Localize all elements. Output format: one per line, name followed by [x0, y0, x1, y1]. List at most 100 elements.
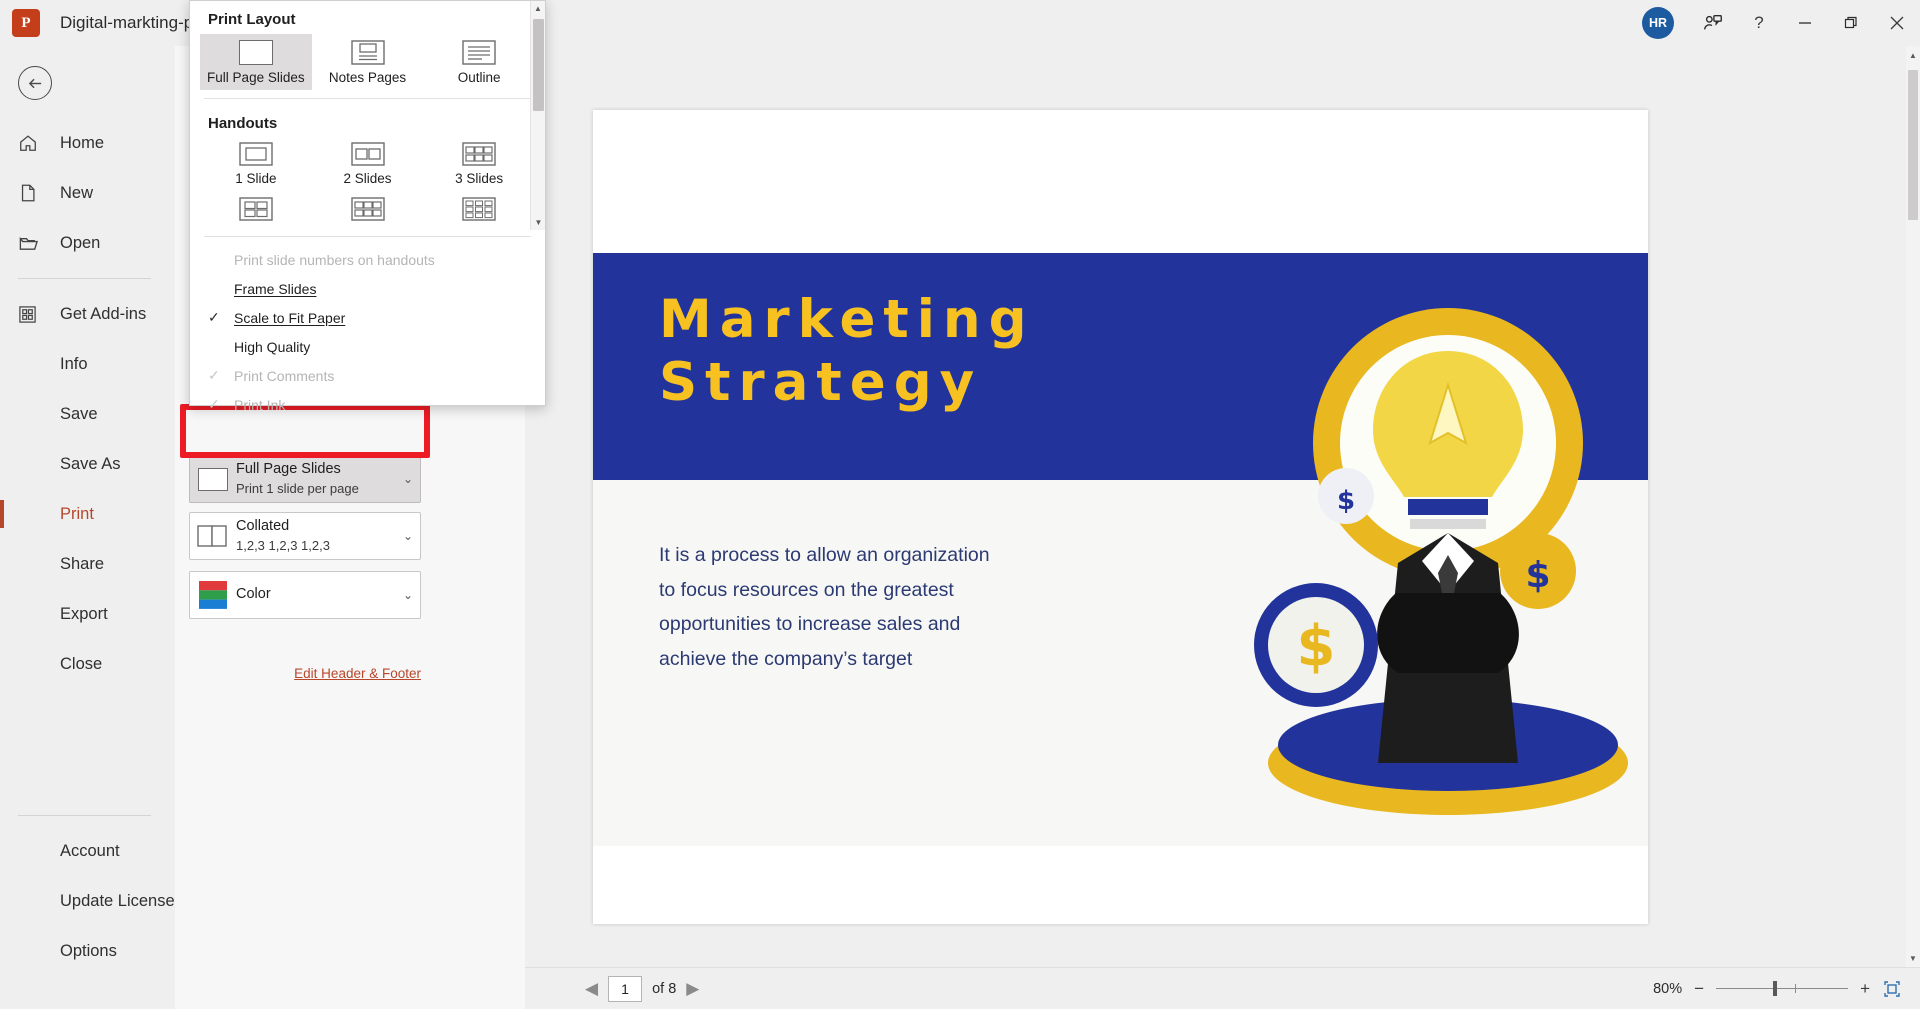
edit-header-footer-link[interactable]: Edit Header & Footer — [189, 666, 421, 681]
layout-tile-notes-pages[interactable]: Notes Pages — [312, 34, 424, 90]
collation-dropdown[interactable]: Collated 1,2,3 1,2,3 1,2,3 ⌄ — [189, 512, 421, 560]
sidebar-item-export[interactable]: Export — [0, 589, 175, 639]
handout-tile-9-slides[interactable] — [423, 192, 535, 226]
page-navigation: ◀ 1 of 8 ▶ — [585, 976, 699, 1002]
scrollbar-thumb[interactable] — [533, 19, 544, 111]
scroll-down-arrow-icon[interactable]: ▼ — [531, 215, 546, 230]
checkmark-icon: ✓ — [208, 367, 234, 384]
handout-tile-row-1: 1 Slide 2 Slides 3 Slides — [190, 136, 545, 192]
slide-body-line: It is a process to allow an organization — [659, 538, 1079, 573]
help-button[interactable]: ? — [1736, 0, 1782, 46]
flyout-scrollbar[interactable]: ▲ ▼ — [530, 1, 545, 230]
handout-1-icon — [239, 142, 273, 166]
home-icon — [18, 133, 48, 153]
sidebar-item-label: Save — [60, 405, 98, 424]
sidebar-item-new[interactable]: New — [0, 168, 175, 218]
avatar[interactable]: HR — [1642, 7, 1674, 39]
scrollbar-thumb[interactable] — [1908, 70, 1918, 220]
sidebar-item-save[interactable]: Save — [0, 389, 175, 439]
sidebar-item-save-as[interactable]: Save As — [0, 439, 175, 489]
slide-title-line-2: Strategy — [659, 352, 1035, 415]
status-bar: ◀ 1 of 8 ▶ 80% − + — [525, 967, 1920, 1009]
slide-title-line-1: Marketing — [659, 289, 1035, 352]
zoom-slider-handle[interactable] — [1773, 981, 1777, 996]
handout-tile-3-slides[interactable]: 3 Slides — [423, 136, 535, 192]
full-page-slide-icon — [190, 468, 236, 491]
close-button[interactable] — [1874, 0, 1920, 46]
zoom-slider-midpoint — [1795, 984, 1796, 993]
sidebar-item-info[interactable]: Info — [0, 339, 175, 389]
print-layout-dropdown[interactable]: Full Page Slides Print 1 slide per page … — [189, 455, 421, 503]
color-swatch-icon — [190, 580, 236, 610]
full-page-slide-icon — [239, 40, 273, 65]
sidebar-item-update-license[interactable]: Update License — [0, 876, 175, 926]
sidebar-item-label: New — [60, 184, 93, 203]
menu-item-print-comments[interactable]: ✓ Print Comments — [190, 361, 545, 390]
menu-item-print-ink[interactable]: ✓ Print Ink — [190, 390, 545, 419]
slide-title: Marketing Strategy — [659, 289, 1035, 414]
menu-item-label: Scale to Fit Paper — [234, 310, 345, 326]
document-title: Digital-markting-ppt — [60, 13, 207, 33]
menu-item-print-slide-numbers[interactable]: Print slide numbers on handouts — [190, 245, 545, 274]
previous-page-button[interactable]: ◀ — [585, 979, 598, 999]
handout-3-icon — [462, 142, 496, 166]
next-page-button[interactable]: ▶ — [686, 979, 699, 999]
page-number-input[interactable]: 1 — [608, 976, 642, 1002]
menu-item-label: Frame Slides — [234, 281, 316, 297]
menu-item-label: Print slide numbers on handouts — [234, 252, 435, 268]
restore-button[interactable] — [1828, 0, 1874, 46]
collation-value: Collated — [236, 517, 396, 537]
svg-text:$: $ — [1337, 486, 1355, 516]
layout-tile-outline[interactable]: Outline — [423, 34, 535, 90]
scroll-down-arrow-icon[interactable]: ▼ — [1906, 949, 1920, 967]
layout-tile-full-page-slides[interactable]: Full Page Slides — [200, 34, 312, 90]
fit-to-window-icon[interactable] — [1882, 979, 1902, 999]
sidebar-divider-bottom — [18, 815, 151, 816]
menu-item-label: Print Comments — [234, 368, 334, 384]
chevron-down-icon: ⌄ — [396, 588, 420, 602]
sidebar-item-account[interactable]: Account — [0, 826, 175, 876]
preview-vertical-scrollbar[interactable]: ▲ ▼ — [1906, 46, 1920, 967]
handout-tile-2-slides[interactable]: 2 Slides — [312, 136, 424, 192]
sidebar-item-options[interactable]: Options — [0, 926, 175, 976]
print-preview-pane: Marketing Strategy It is a process to al… — [525, 46, 1920, 967]
sidebar-item-close[interactable]: Close — [0, 639, 175, 689]
sidebar-item-label: Open — [60, 234, 100, 253]
sidebar-item-print[interactable]: Print — [0, 489, 175, 539]
menu-item-label: High Quality — [234, 339, 310, 355]
zoom-slider[interactable] — [1716, 983, 1848, 995]
scroll-up-arrow-icon[interactable]: ▲ — [1906, 46, 1920, 64]
sidebar-item-open[interactable]: Open — [0, 218, 175, 268]
minimize-button[interactable] — [1782, 0, 1828, 46]
sidebar-item-label: Home — [60, 134, 104, 153]
handout-tile-1-slide[interactable]: 1 Slide — [200, 136, 312, 192]
preview-page: Marketing Strategy It is a process to al… — [593, 110, 1648, 924]
zoom-out-button[interactable]: − — [1694, 979, 1704, 999]
handout-tile-row-2 — [190, 192, 545, 226]
scroll-up-arrow-icon[interactable]: ▲ — [531, 1, 545, 16]
menu-item-high-quality[interactable]: High Quality — [190, 332, 545, 361]
back-button[interactable] — [18, 66, 52, 100]
handout-tile-4-slides[interactable] — [200, 192, 312, 226]
menu-item-scale-to-fit-paper[interactable]: ✓ Scale to Fit Paper — [190, 303, 545, 332]
sidebar-item-share[interactable]: Share — [0, 539, 175, 589]
sidebar-item-get-add-ins[interactable]: Get Add-ins — [0, 289, 175, 339]
handout-tile-label: 1 Slide — [235, 171, 276, 186]
menu-item-label: Print Ink — [234, 397, 285, 413]
color-mode-dropdown[interactable]: Color ⌄ — [189, 571, 421, 619]
page-icon — [18, 183, 48, 203]
handout-4-icon — [239, 197, 273, 221]
sidebar-item-home[interactable]: Home — [0, 118, 175, 168]
handout-tile-label: 3 Slides — [455, 171, 503, 186]
handout-tile-6-slides[interactable] — [312, 192, 424, 226]
layout-tile-row: Full Page Slides Notes Pages Outline — [190, 34, 545, 90]
layout-tile-label: Notes Pages — [329, 70, 406, 85]
flyout-divider-1 — [204, 98, 531, 99]
menu-item-frame-slides[interactable]: Frame Slides — [190, 274, 545, 303]
slide-preview: Marketing Strategy It is a process to al… — [593, 253, 1648, 846]
sidebar-divider-top — [18, 278, 151, 279]
checkmark-icon: ✓ — [208, 396, 234, 413]
collation-description: 1,2,3 1,2,3 1,2,3 — [236, 537, 396, 555]
zoom-in-button[interactable]: + — [1860, 979, 1870, 999]
share-person-icon[interactable] — [1690, 0, 1736, 46]
